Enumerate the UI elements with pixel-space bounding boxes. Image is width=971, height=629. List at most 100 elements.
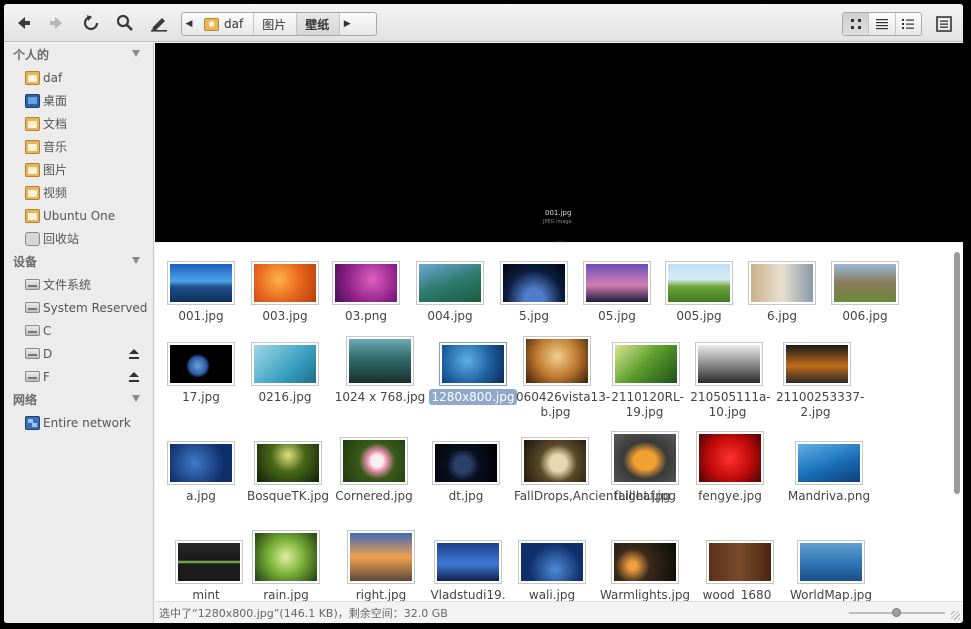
thumbnail-image	[170, 345, 232, 383]
file-name: 060426vista13-b.jpg	[513, 390, 610, 420]
trash-icon	[25, 231, 40, 246]
resize-grip[interactable]	[951, 611, 960, 620]
file-thumbnail	[611, 540, 679, 584]
search-button[interactable]	[112, 10, 138, 36]
sidebar-section-title: 设备	[13, 255, 38, 269]
file-name-text: 1024 x 768.jpg	[334, 390, 426, 404]
sidebar-item[interactable]: 文档	[4, 112, 153, 135]
file-item[interactable]: Vladstudi19.	[430, 540, 506, 601]
sidebar-item[interactable]: C	[4, 319, 153, 342]
sidebar-item[interactable]: 音乐	[4, 135, 153, 158]
thumbnail-image	[442, 345, 504, 383]
collapse-triangle-icon[interactable]	[132, 395, 140, 402]
file-item[interactable]: 001.jpg	[167, 261, 235, 341]
file-item[interactable]: 6.jpg	[748, 261, 816, 341]
thumbnail-image	[834, 264, 896, 302]
sidebar-item[interactable]: D	[4, 342, 153, 365]
eject-icon[interactable]	[129, 349, 139, 359]
sidebar-item[interactable]: F	[4, 365, 153, 388]
file-item[interactable]: a.jpg	[167, 441, 235, 521]
thumbnail-image	[257, 444, 319, 482]
sidebar-item-label: 文档	[43, 117, 68, 131]
vertical-scrollbar[interactable]	[954, 252, 960, 494]
file-item[interactable]: WorldMap.jpg	[790, 540, 872, 601]
eject-icon[interactable]	[129, 372, 139, 382]
sidebar-item[interactable]: Ubuntu One	[4, 204, 153, 227]
sidebar-section-header[interactable]: 设备	[4, 250, 153, 273]
icon-view-button[interactable]	[843, 13, 870, 35]
toolbar: ◀ daf 图片 壁纸 ▶	[4, 4, 963, 42]
file-item[interactable]: 0216.jpg	[251, 342, 319, 422]
file-item[interactable]: 05.jpg	[583, 261, 651, 341]
compact-view-button[interactable]	[896, 13, 921, 35]
file-item[interactable]: 21100253337-2.jpg	[776, 342, 864, 422]
file-item[interactable]: rain.jpg	[252, 530, 320, 601]
thumbnail-image	[170, 264, 232, 302]
file-thumbnail	[783, 342, 851, 386]
file-item[interactable]: 1024 x 768.jpg	[335, 336, 425, 422]
file-item[interactable]: 03.png	[332, 261, 400, 341]
breadcrumb-home[interactable]: daf	[196, 13, 255, 35]
file-item[interactable]: 17.jpg	[167, 342, 235, 422]
sidebar-item[interactable]: 文件系统	[4, 273, 153, 296]
zoom-slider[interactable]	[849, 608, 945, 617]
file-thumbnail	[612, 342, 680, 386]
file-item[interactable]: 003.jpg	[251, 261, 319, 341]
file-name: 2110120RL-19.jpg	[602, 390, 690, 420]
folder-icon	[25, 208, 40, 223]
sidebar-item[interactable]: daf	[4, 66, 153, 89]
sidebar-item[interactable]: Entire network	[4, 411, 153, 434]
breadcrumb-pictures[interactable]: 图片	[254, 13, 298, 35]
collapse-triangle-icon[interactable]	[132, 257, 140, 264]
sidebar-item[interactable]: 桌面	[4, 89, 153, 112]
sidebar-section-header[interactable]: 网络	[4, 388, 153, 411]
file-name-text: mint_	[192, 588, 226, 601]
image-preview: 001.jpg JPEG image	[155, 43, 963, 242]
file-item[interactable]: dt.jpg	[432, 441, 500, 521]
reload-button[interactable]	[78, 10, 104, 36]
sidebar-item[interactable]: 回收站	[4, 227, 153, 250]
edit-location-button[interactable]	[146, 10, 172, 36]
thumbnail-image	[800, 543, 862, 581]
sidebar-item[interactable]: System Reserved	[4, 296, 153, 319]
collapse-triangle-icon[interactable]	[132, 50, 140, 57]
file-item[interactable]: 060426vista13-b.jpg	[516, 336, 610, 422]
zoom-slider-knob[interactable]	[892, 608, 901, 617]
sidebar-item[interactable]: 视频	[4, 181, 153, 204]
file-item[interactable]: 006.jpg	[831, 261, 899, 341]
forward-button[interactable]	[44, 10, 70, 36]
breadcrumb-right-arrow[interactable]: ▶	[340, 13, 354, 35]
file-item[interactable]: Cornered.jpg	[335, 437, 413, 521]
file-item[interactable]: 210505111a-10.jpg	[690, 342, 771, 422]
file-item[interactable]: wali.jpg	[518, 540, 586, 601]
file-name-text: 060426vista13-b.jpg	[516, 390, 611, 419]
breadcrumb-wallpapers[interactable]: 壁纸	[297, 13, 341, 35]
thumbnail-image	[615, 345, 677, 383]
file-item[interactable]: fallleaf.jpg	[611, 431, 679, 521]
file-item[interactable]: 2110120RL-19.jpg	[611, 342, 684, 422]
file-name-text: Warmlights.jpg	[599, 588, 691, 601]
file-item[interactable]: 1280x800.jpg	[428, 342, 518, 422]
file-item[interactable]: wood_1680_	[703, 540, 777, 601]
file-name: WorldMap.jpg	[777, 588, 885, 601]
file-name-text: 21100253337-2.jpg	[776, 390, 865, 419]
file-item[interactable]: right.jpg	[347, 530, 415, 601]
list-view-button[interactable]	[869, 13, 896, 35]
back-button[interactable]	[10, 10, 36, 36]
file-name-text: 0216.jpg	[258, 390, 312, 404]
file-item[interactable]: 004.jpg	[416, 261, 484, 341]
file-item[interactable]: fengye.jpg	[696, 431, 764, 521]
sidebar-section-header[interactable]: 个人的	[4, 43, 153, 66]
file-item[interactable]: BosqueTK.jpg	[247, 441, 329, 521]
file-item[interactable]: FallDrops,AncientLight.jpg	[514, 437, 671, 521]
sidebar-item[interactable]: 图片	[4, 158, 153, 181]
file-item[interactable]: Warmlights.jpg	[600, 540, 690, 601]
app-menu-button[interactable]	[932, 12, 956, 36]
file-manager-window: ◀ daf 图片 壁纸 ▶ 个人的 daf 桌面 文档 音乐 图片 视频 Ubu…	[4, 4, 963, 623]
file-item[interactable]: Mandriva.png	[788, 441, 870, 521]
file-item[interactable]: 005.jpg	[665, 261, 733, 341]
breadcrumb-left-arrow[interactable]: ◀	[182, 13, 196, 35]
file-item[interactable]: 5.jpg	[500, 261, 568, 341]
file-name-text: a.jpg	[186, 489, 216, 503]
file-grid: 001.jpg 003.jpg 03.png 004.jpg 5.jpg 05.jpg 00…	[155, 243, 963, 601]
